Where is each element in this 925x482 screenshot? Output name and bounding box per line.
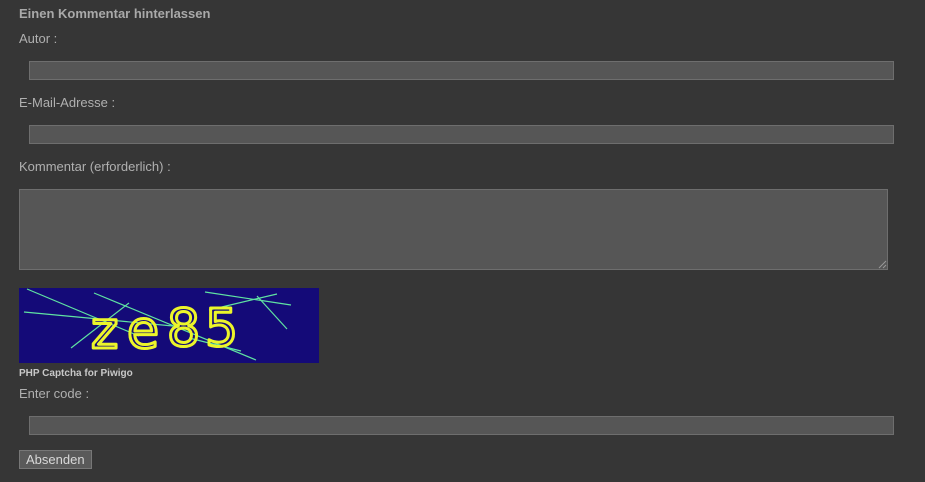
captcha-char: e: [127, 301, 159, 361]
author-label: Autor :: [19, 31, 58, 46]
captcha-char: z: [91, 301, 118, 361]
captcha-image: z e 8 5: [19, 288, 319, 363]
submit-button[interactable]: Absenden: [19, 450, 92, 469]
comment-label: Kommentar (erforderlich) :: [19, 159, 171, 174]
captcha-char: 8: [167, 299, 200, 359]
captcha-code-input[interactable]: [29, 416, 894, 435]
email-input[interactable]: [29, 125, 894, 144]
comment-form: Einen Kommentar hinterlassen Autor : E-M…: [0, 0, 925, 482]
captcha-credit: PHP Captcha for Piwigo: [19, 368, 133, 379]
comment-textarea[interactable]: [19, 189, 888, 270]
code-label: Enter code :: [19, 386, 90, 401]
captcha-char: 5: [205, 299, 238, 359]
resize-handle-icon[interactable]: [878, 260, 887, 269]
author-input[interactable]: [29, 61, 894, 80]
email-label: E-Mail-Adresse :: [19, 95, 116, 110]
form-heading: Einen Kommentar hinterlassen: [19, 6, 211, 21]
